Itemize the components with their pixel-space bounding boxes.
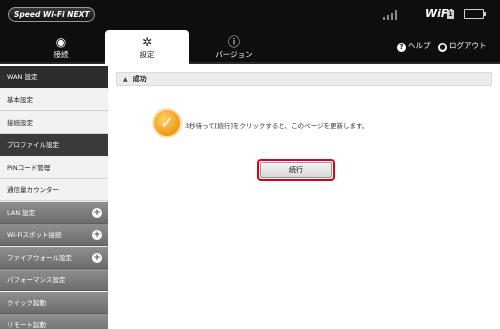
sidebar-item-label: プロファイル設定 <box>7 141 59 149</box>
sidebar-group-wifi-spot[interactable]: Wi-Fiスポット接続 + <box>0 224 108 246</box>
sidebar-item-pin[interactable]: PINコード管理 <box>0 157 108 179</box>
section-title: 成功 <box>132 75 147 83</box>
success-message: 3秒待って[続行]をクリックすると、このページを更新します。 <box>185 122 369 130</box>
settings-sidebar: WAN 設定 基本設定 接続設定 プロファイル設定 PINコード管理 通信量カウ… <box>0 66 108 329</box>
tab-settings-label: 設定 <box>139 50 155 59</box>
brand-logo: Speed Wi-Fi NEXT <box>8 7 96 22</box>
help-link[interactable]: ? ヘルプ <box>397 40 431 52</box>
sidebar-item-label: PINコード管理 <box>7 164 51 172</box>
sidebar-group-firewall[interactable]: ファイアウォール設定 + <box>0 247 108 269</box>
logout-label: ログアウト <box>449 41 487 50</box>
logout-link[interactable]: ● ログアウト <box>438 40 487 52</box>
sidebar-item-label: パフォーマンス設定 <box>7 276 66 284</box>
info-icon: ⓘ <box>227 35 240 49</box>
tab-version[interactable]: ⓘ バージョン <box>192 30 276 64</box>
user-icon: ● <box>438 43 447 52</box>
continue-button-label: 続行 <box>260 162 332 178</box>
help-icon: ? <box>397 43 406 52</box>
sidebar-item-basic[interactable]: 基本設定 <box>0 89 108 111</box>
continue-button[interactable]: 続行 <box>257 159 335 181</box>
sidebar-item-label: Wi-Fiスポット接続 <box>7 231 62 239</box>
sidebar-item-label: クイック起動 <box>7 299 46 307</box>
sidebar-header-wan[interactable]: WAN 設定 <box>0 66 108 88</box>
help-label: ヘルプ <box>408 41 431 50</box>
sidebar-group-remote-start[interactable]: リモート起動 <box>0 314 108 329</box>
expand-icon[interactable]: + <box>92 208 102 218</box>
section-header: ▲ 成功 <box>116 72 492 86</box>
sidebar-item-data-counter[interactable]: 通信量カウンター <box>0 179 108 201</box>
top-status-bar: Speed Wi-Fi NEXT WiFi 1 <box>0 0 500 30</box>
sidebar-item-profile[interactable]: プロファイル設定 <box>0 134 108 156</box>
sidebar-item-connection[interactable]: 接続設定 <box>0 112 108 134</box>
tab-connect[interactable]: ◉ 接続 <box>19 30 103 64</box>
collapse-triangle-icon: ▲ <box>123 76 128 83</box>
sidebar-group-performance[interactable]: パフォーマンス設定 <box>0 269 108 291</box>
battery-icon <box>464 9 486 19</box>
sidebar-item-label: ファイアウォール設定 <box>7 254 72 262</box>
wifi-client-count: 1 <box>447 10 454 19</box>
sidebar-item-label: 接続設定 <box>7 119 33 127</box>
wifi-icon: ◉ <box>55 35 67 49</box>
expand-icon[interactable]: + <box>92 253 102 263</box>
tab-version-label: バージョン <box>215 50 253 59</box>
sidebar-item-label: リモート起動 <box>7 321 46 329</box>
sidebar-item-label: 基本設定 <box>7 96 33 104</box>
sidebar-item-label: 通信量カウンター <box>7 186 59 194</box>
expand-icon[interactable]: + <box>92 230 102 240</box>
tab-connect-label: 接続 <box>53 50 69 59</box>
sidebar-item-label: LAN 設定 <box>7 209 36 217</box>
signal-strength-icon <box>383 10 397 20</box>
tab-settings[interactable]: ✲ 設定 <box>105 30 189 64</box>
sidebar-group-lan[interactable]: LAN 設定 + <box>0 202 108 224</box>
gear-icon: ✲ <box>141 35 153 49</box>
sidebar-item-label: WAN 設定 <box>7 73 38 81</box>
success-check-icon: ✓ <box>152 108 182 138</box>
sidebar-group-quick-start[interactable]: クイック起動 <box>0 292 108 314</box>
